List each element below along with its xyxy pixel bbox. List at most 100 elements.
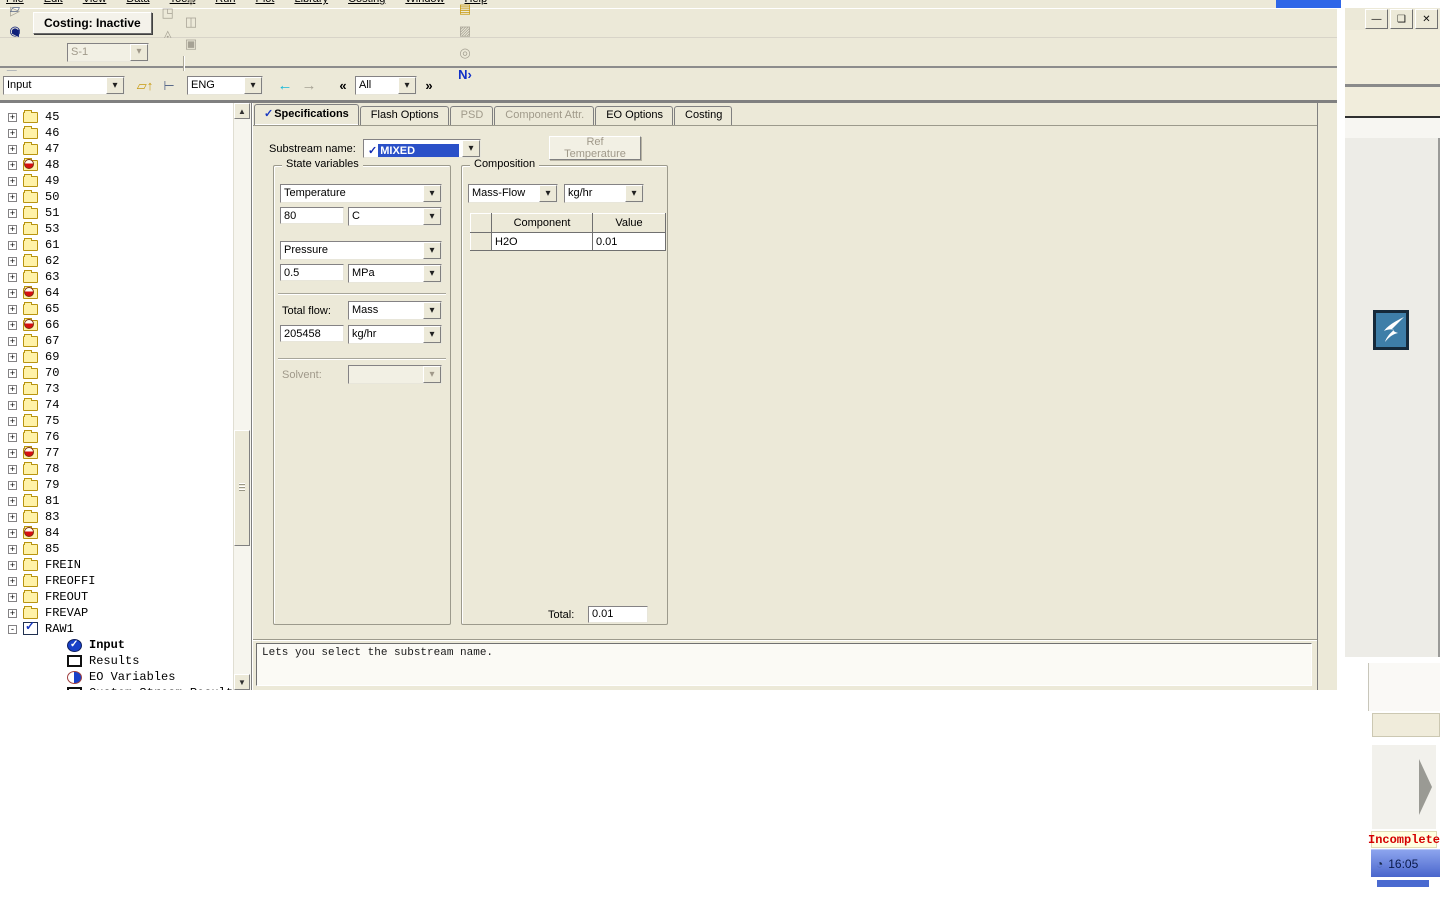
tree-expander[interactable]: + — [8, 576, 17, 586]
flow-basis-combo[interactable]: Mass — [348, 301, 442, 320]
scroll-down-icon[interactable]: ▼ — [234, 674, 250, 690]
tree-item[interactable]: + 70 — [0, 365, 251, 381]
pressure-input[interactable] — [280, 264, 344, 281]
dropdown-button[interactable] — [462, 140, 480, 157]
duplicate-icon[interactable]: ▱ — [4, 0, 26, 19]
tree-item[interactable]: + 75 — [0, 413, 251, 429]
menu-item[interactable]: View — [83, 0, 107, 5]
next-form-icon[interactable]: » — [418, 75, 440, 97]
tree-expander[interactable]: + — [8, 608, 17, 618]
tree-item[interactable]: + 63 — [0, 269, 251, 285]
menu-item[interactable]: Run — [215, 0, 235, 5]
tree-item[interactable]: + FREIN — [0, 557, 251, 573]
tree-expander[interactable]: + — [8, 464, 17, 474]
tree-expander[interactable]: + — [8, 272, 17, 282]
dropdown-button[interactable] — [244, 77, 262, 94]
dropdown-button[interactable] — [539, 185, 557, 202]
tree-item[interactable]: + 79 — [0, 477, 251, 493]
tree-item[interactable]: Input — [0, 637, 251, 653]
solvent-combo[interactable] — [348, 365, 442, 384]
tree-scrollbar[interactable]: ▲ ▼ — [233, 103, 251, 690]
next-input2-icon[interactable]: N› — [454, 64, 476, 86]
tree-expander[interactable]: + — [8, 128, 17, 138]
tree-item[interactable]: + 74 — [0, 397, 251, 413]
form-tab[interactable]: Flash Options — [359, 106, 449, 125]
menu-item[interactable]: Costing — [348, 0, 385, 5]
tree-pane-toggle-icon[interactable]: ⊢ — [158, 75, 180, 97]
reorder-icon[interactable]: ◫ — [180, 10, 202, 32]
tree-item[interactable]: + 49 — [0, 173, 251, 189]
tree-expander[interactable]: + — [8, 336, 17, 346]
up-one-level-icon[interactable]: ▱↑ — [134, 75, 156, 97]
form-tab[interactable]: EO Options — [595, 106, 674, 125]
tree-item[interactable]: + 50 — [0, 189, 251, 205]
tree-expander[interactable]: + — [8, 480, 17, 490]
tree-item[interactable]: + 51 — [0, 205, 251, 221]
tree-item[interactable]: + 73 — [0, 381, 251, 397]
tree-expander[interactable]: + — [8, 560, 17, 570]
gear-icon[interactable]: ◎ — [454, 42, 476, 64]
tree-item[interactable]: + 69 — [0, 349, 251, 365]
temperature-input[interactable] — [280, 207, 344, 224]
dropdown-button[interactable] — [625, 185, 643, 202]
dropdown-button[interactable] — [423, 242, 441, 259]
sheet-select-combo[interactable]: Input — [3, 76, 125, 95]
menu-item[interactable]: Data — [126, 0, 149, 5]
tree-expander[interactable]: + — [8, 544, 17, 554]
tree-expander[interactable]: + — [8, 320, 17, 330]
restore-button[interactable]: ❑ — [1390, 9, 1413, 29]
row-selector[interactable] — [470, 232, 492, 251]
tree-expander[interactable]: + — [8, 176, 17, 186]
tree-expander[interactable]: + — [8, 304, 17, 314]
tree-item[interactable]: + 76 — [0, 429, 251, 445]
tree-expander[interactable]: + — [8, 432, 17, 442]
tree-item[interactable]: + 47 — [0, 141, 251, 157]
form-tab[interactable]: PSD — [449, 106, 494, 125]
tree-expander[interactable]: - — [8, 624, 17, 634]
minimize-button[interactable]: — — [1365, 9, 1388, 29]
tree-expander[interactable]: + — [8, 592, 17, 602]
back-icon[interactable]: ← — [274, 75, 296, 97]
total-flow-input[interactable] — [280, 325, 344, 342]
ref-temperature-button[interactable]: Ref Temperature — [549, 136, 641, 160]
tree-expander[interactable]: + — [8, 160, 17, 170]
tree-expander[interactable]: + — [8, 496, 17, 506]
menu-item[interactable]: Library — [294, 0, 328, 5]
tree-expander[interactable]: + — [8, 224, 17, 234]
tree-item[interactable]: + 65 — [0, 301, 251, 317]
tree-item[interactable]: + 83 — [0, 509, 251, 525]
scrollbar-thumb[interactable] — [234, 430, 250, 546]
tree-item[interactable]: + 46 — [0, 125, 251, 141]
tree-item[interactable]: + 64 — [0, 285, 251, 301]
costing-status-button[interactable]: Costing: Inactive — [33, 12, 152, 34]
tree-expander[interactable]: + — [8, 400, 17, 410]
form-tab[interactable]: ✓Specifications — [254, 104, 359, 125]
filter-combo[interactable]: All — [355, 76, 417, 95]
dropdown-button[interactable] — [106, 77, 124, 94]
node-icon[interactable]: ◳ — [157, 1, 179, 23]
close-button[interactable]: ✕ — [1415, 9, 1438, 29]
tree-item[interactable]: EO Variables — [0, 669, 251, 685]
form-tab[interactable]: Costing — [674, 106, 733, 125]
tree-item[interactable]: + 53 — [0, 221, 251, 237]
tree-item[interactable]: + 45 — [0, 109, 251, 125]
tree-item[interactable]: + 78 — [0, 461, 251, 477]
tree-item[interactable]: + 61 — [0, 237, 251, 253]
tree-expander[interactable]: + — [8, 192, 17, 202]
dropdown-button[interactable] — [423, 366, 441, 383]
pressure-unit-combo[interactable]: MPa — [348, 264, 442, 283]
tree-item[interactable]: + 77 — [0, 445, 251, 461]
tree-item[interactable]: + FREOFFI — [0, 573, 251, 589]
tree-item[interactable]: + FREVAP — [0, 605, 251, 621]
tree-item[interactable]: + FREOUT — [0, 589, 251, 605]
expand-arrow-icon[interactable] — [1419, 759, 1432, 815]
tree-expander[interactable]: + — [8, 352, 17, 362]
value-cell[interactable]: 0.01 — [592, 232, 666, 251]
menu-item[interactable]: Edit — [44, 0, 63, 5]
menu-item[interactable]: Window — [405, 0, 444, 5]
tree-item[interactable]: - RAW1 — [0, 619, 251, 637]
tree-expander[interactable]: + — [8, 112, 17, 122]
lock-icon[interactable]: ▣ — [180, 32, 202, 54]
zoom-icon[interactable]: ◉ — [4, 19, 26, 41]
state-var1-combo[interactable]: Temperature — [280, 184, 442, 203]
